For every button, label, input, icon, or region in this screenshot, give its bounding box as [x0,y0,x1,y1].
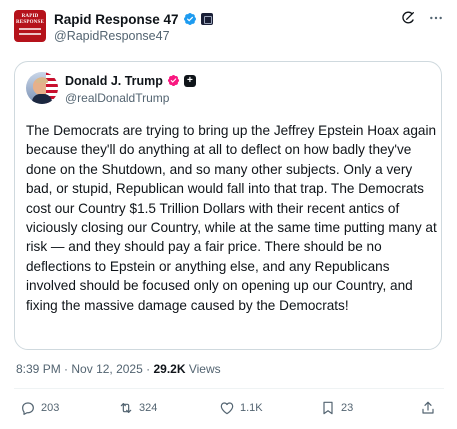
reply-button[interactable]: 203 [20,400,59,416]
share-icon [422,401,434,414]
author-name[interactable]: Rapid Response 47 [54,12,179,27]
trump-avatar[interactable] [26,72,58,104]
repost-button[interactable]: 324 [118,400,157,416]
meta-separator: · [64,362,69,376]
quoted-post[interactable]: Donald J. Trump + @realDonaldTrump The D… [14,61,442,350]
quoted-post-text: The Democrats are trying to bring up the… [26,123,437,313]
views-label: Views [188,362,221,376]
avatar-hair [36,78,48,83]
pink-verified-badge-icon [167,74,179,87]
post-metadata: 8:39 PM · Nov 12, 2025 · 29.2K Views [16,362,221,376]
like-count: 1.1K [240,402,263,414]
avatar-label: RAPID RESPONSE [16,14,44,25]
author-name-row: Rapid Response 47 [54,11,213,27]
avatar-stripe [19,28,41,30]
verified-badge-icon [183,13,196,25]
bookmark-button[interactable]: 23 [320,400,353,416]
divider [14,388,444,389]
avatar-stripe [19,33,41,35]
share-button[interactable] [420,400,436,416]
repost-icon [120,403,132,413]
like-button[interactable]: 1.1K [219,400,263,416]
rapid-response-avatar[interactable]: RAPID RESPONSE [14,10,46,42]
reply-icon [22,402,34,415]
heart-icon [220,402,234,415]
avatar-suit [32,94,52,104]
post-time[interactable]: 8:39 PM [16,362,61,376]
plus-badge-icon: + [183,74,196,87]
quoted-author-handle[interactable]: @realDonaldTrump [65,91,169,105]
quoted-author-name[interactable]: Donald J. Trump [65,74,163,88]
affiliation-badge-icon [200,13,213,25]
author-handle[interactable]: @RapidResponse47 [54,29,170,43]
more-icon[interactable] [428,10,444,26]
header-actions [400,10,444,26]
action-bar: 203 324 1.1K 23 [20,400,440,418]
meta-separator: · [146,362,151,376]
reply-count: 203 [41,402,60,414]
views-count: 29.2K [153,362,186,376]
post-header: RAPID RESPONSE Rapid Response 47 @RapidR… [14,8,444,48]
post-date[interactable]: Nov 12, 2025 [71,362,142,376]
quoted-author-row: Donald J. Trump + [65,73,196,88]
bookmark-count: 23 [341,402,354,414]
bookmark-icon [323,401,333,415]
repost-count: 324 [139,402,158,414]
grok-icon[interactable] [400,10,416,26]
